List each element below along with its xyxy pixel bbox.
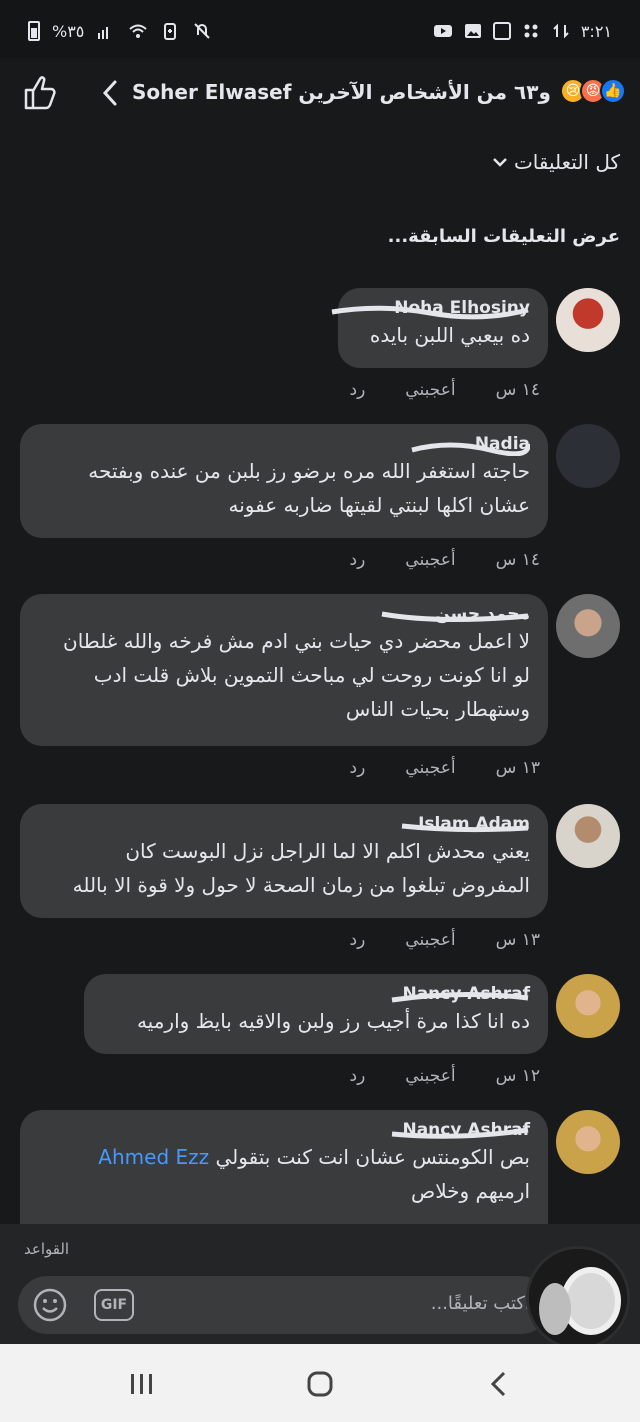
- filter-label: كل التعليقات: [513, 150, 620, 174]
- comment-author[interactable]: Nadia: [38, 434, 530, 456]
- comment-bubble[interactable]: Nancy Ashraf ده انا كذا مرة أجيب رز ولبن…: [84, 974, 548, 1054]
- comment-bubble[interactable]: Nadia حاجته استغفر الله مره برضو رز بلبن…: [20, 424, 548, 538]
- comment-actions: ١٣ س أعجبني رد: [350, 930, 540, 950]
- avatar[interactable]: [556, 1110, 620, 1174]
- nav-back-icon[interactable]: [480, 1368, 520, 1400]
- notification-icon: [492, 22, 511, 40]
- comment: Nancy Ashraf بص الكومنتس عشان انت كنت بت…: [20, 1110, 620, 1224]
- comments-filter[interactable]: كل التعليقات: [492, 150, 620, 174]
- like-button[interactable]: أعجبني: [405, 380, 455, 400]
- status-time: ٣:٢١: [580, 21, 612, 41]
- comment-time: ١٣ س: [495, 930, 540, 950]
- like-button[interactable]: أعجبني: [405, 758, 455, 778]
- back-arrow-icon[interactable]: [96, 76, 124, 110]
- comment-time: ١٤ س: [495, 550, 540, 570]
- comment: Islam Adam يعني محدش اكلم الا لما الراجل…: [20, 804, 620, 964]
- comment-actions: ١٣ س أعجبني رد: [350, 758, 540, 778]
- avatar[interactable]: [556, 594, 620, 658]
- comment: Noha Elhosiny ده بيعبي اللبن بايده ١٤ س …: [20, 288, 620, 408]
- comment-text: ده انا كذا مرة أجيب رز ولبن والاقيه بايظ…: [136, 1009, 530, 1033]
- comment-author[interactable]: Nancy Ashraf: [102, 984, 530, 1004]
- youtube-icon: [433, 25, 452, 37]
- wifi-icon: [129, 24, 148, 38]
- like-button[interactable]: أعجبني: [405, 550, 455, 570]
- comment-actions: ١٤ س أعجبني رد: [350, 380, 540, 400]
- redaction-scribble: [411, 442, 530, 456]
- redaction-scribble: [391, 991, 529, 1003]
- like-reaction-icon: 👍: [600, 78, 626, 104]
- home-icon[interactable]: [300, 1368, 340, 1400]
- reply-button[interactable]: رد: [350, 550, 366, 570]
- signal-icon: [98, 27, 109, 39]
- system-nav-bar: [0, 1344, 640, 1422]
- comment-bubble[interactable]: Islam Adam يعني محدش اكلم الا لما الراجل…: [20, 804, 548, 918]
- rice-pudding-photo: [529, 1249, 627, 1347]
- comment-text: حاجته استغفر الله مره برضو رز بلبن من عن…: [88, 459, 530, 517]
- comment-bubble[interactable]: Noha Elhosiny ده بيعبي اللبن بايده: [331, 288, 548, 368]
- comment: Nancy Ashraf ده انا كذا مرة أجيب رز ولبن…: [20, 974, 620, 1094]
- reply-button[interactable]: رد: [350, 380, 366, 400]
- status-bar: %٣٥ ٣:٢١: [0, 0, 640, 58]
- gallery-icon: [464, 24, 481, 38]
- reactions-header: و٦٣ من الأشخاص الآخرين Soher Elwasef 😢 😡…: [0, 58, 640, 130]
- chevron-down-icon: [493, 158, 507, 167]
- comment-time: ١٤ س: [495, 380, 540, 400]
- avatar[interactable]: [556, 974, 620, 1038]
- comment-time: ١٢ س: [495, 1066, 540, 1086]
- redaction-scribble: [391, 1127, 529, 1139]
- reply-button[interactable]: رد: [350, 758, 366, 778]
- comment-author[interactable]: Noha Elhosiny: [331, 298, 530, 320]
- comment: محمد حسن لا اعمل محضر دي حيات بني ادم مش…: [20, 594, 620, 790]
- comment-author[interactable]: Islam Adam: [38, 814, 530, 834]
- comment-author[interactable]: Nancy Ashraf: [38, 1120, 530, 1140]
- comment-text-line1: بص الكومنتس عشان انت كنت بتقولي: [215, 1145, 531, 1169]
- reply-button[interactable]: رد: [350, 930, 366, 950]
- like-button[interactable]: أعجبني: [405, 930, 455, 950]
- smile-icon[interactable]: [32, 1287, 68, 1323]
- comment-input[interactable]: GIF اكتب تعليقًا...: [18, 1276, 550, 1334]
- comment-text: يعني محدش اكلم الا لما الراجل نزل البوست…: [72, 839, 530, 897]
- comment-actions: ١٢ س أعجبني رد: [350, 1066, 540, 1086]
- rules-link[interactable]: القواعد: [24, 1240, 69, 1258]
- battery-percent: %٣٥: [52, 21, 85, 41]
- comment-bubble[interactable]: محمد حسن لا اعمل محضر دي حيات بني ادم مش…: [20, 594, 548, 746]
- redaction-scribble: [331, 305, 529, 320]
- comment-text: ده بيعبي اللبن بايده: [369, 323, 530, 347]
- dots-icon: [524, 24, 538, 38]
- recents-icon[interactable]: [122, 1368, 162, 1400]
- view-previous-comments[interactable]: عرض التعليقات السابقة...: [388, 226, 620, 247]
- battery-icon: [28, 21, 40, 41]
- gif-icon[interactable]: GIF: [94, 1289, 134, 1321]
- like-button[interactable]: أعجبني: [405, 1066, 455, 1086]
- floating-photo-bubble[interactable]: [526, 1246, 630, 1350]
- mute-icon: [194, 23, 211, 39]
- comment-actions: ١٤ س أعجبني رد: [350, 550, 540, 570]
- reactions-summary[interactable]: و٦٣ من الأشخاص الآخرين Soher Elwasef: [132, 80, 551, 104]
- comment: Nadia حاجته استغفر الله مره برضو رز بلبن…: [20, 424, 620, 584]
- avatar[interactable]: [556, 804, 620, 868]
- comment-placeholder: اكتب تعليقًا...: [430, 1293, 530, 1314]
- comment-text: لا اعمل محضر دي حيات بني ادم مش فرخه وال…: [63, 629, 530, 721]
- comment-text: بص الكومنتس عشان انت كنت بتقولي Ahmed Ez…: [38, 1140, 530, 1208]
- comment-bubble[interactable]: Nancy Ashraf بص الكومنتس عشان انت كنت بت…: [20, 1110, 548, 1224]
- battery-saver-icon: [164, 23, 177, 40]
- mention-link[interactable]: Ahmed Ezz: [98, 1145, 209, 1169]
- redaction-scribble: [401, 823, 529, 833]
- comment-author[interactable]: محمد حسن: [38, 604, 530, 624]
- data-transfer-icon: [553, 23, 569, 39]
- reaction-icons: 😢 😡 👍: [560, 78, 626, 104]
- redaction-scribble: [381, 611, 529, 623]
- reply-button[interactable]: رد: [350, 1066, 366, 1086]
- comment-text-line2: ارميهم وخلاص: [411, 1179, 530, 1203]
- avatar[interactable]: [556, 288, 620, 352]
- avatar[interactable]: [556, 424, 620, 488]
- thumbs-up-icon[interactable]: [22, 72, 58, 112]
- comment-time: ١٣ س: [495, 758, 540, 778]
